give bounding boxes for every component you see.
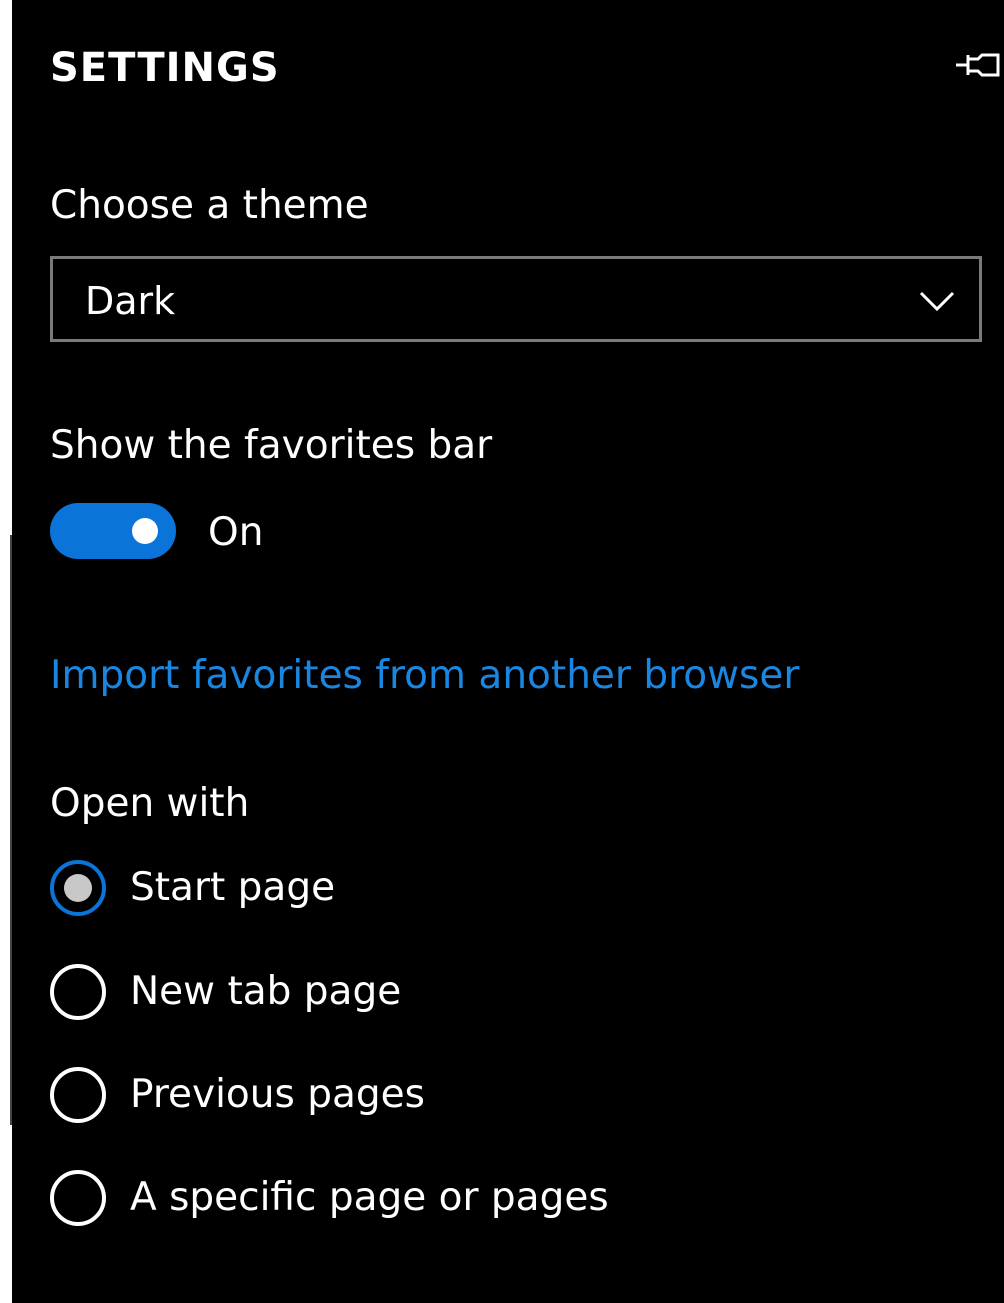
theme-label: Choose a theme [50,183,369,228]
radio-label: New tab page [130,969,402,1014]
radio-start-page[interactable]: Start page [50,860,750,920]
radio-label: Previous pages [130,1072,425,1117]
favorites-bar-state: On [208,510,264,555]
radio-dot [64,874,92,902]
settings-panel: SETTINGS Choose a theme Dark Show the fa… [12,0,1004,1303]
radio-label: A specific page or pages [130,1175,609,1220]
theme-dropdown[interactable]: Dark [50,256,982,342]
radio-button[interactable] [50,964,106,1020]
pin-icon[interactable] [954,50,1004,80]
radio-specific-pages[interactable]: A specific page or pages [50,1170,750,1230]
radio-new-tab-page[interactable]: New tab page [50,964,750,1024]
radio-previous-pages[interactable]: Previous pages [50,1067,750,1127]
toggle-knob [132,518,158,544]
panel-title: SETTINGS [50,45,280,91]
chevron-down-icon [919,291,955,312]
favorites-bar-label: Show the favorites bar [50,423,493,468]
open-with-label: Open with [50,781,250,826]
favorites-bar-toggle[interactable] [50,503,176,559]
import-favorites-link[interactable]: Import favorites from another browser [50,652,799,700]
radio-label: Start page [130,865,336,910]
radio-button[interactable] [50,1170,106,1226]
radio-button[interactable] [50,1067,106,1123]
theme-selected-value: Dark [85,279,176,323]
radio-button-selected[interactable] [50,860,106,916]
